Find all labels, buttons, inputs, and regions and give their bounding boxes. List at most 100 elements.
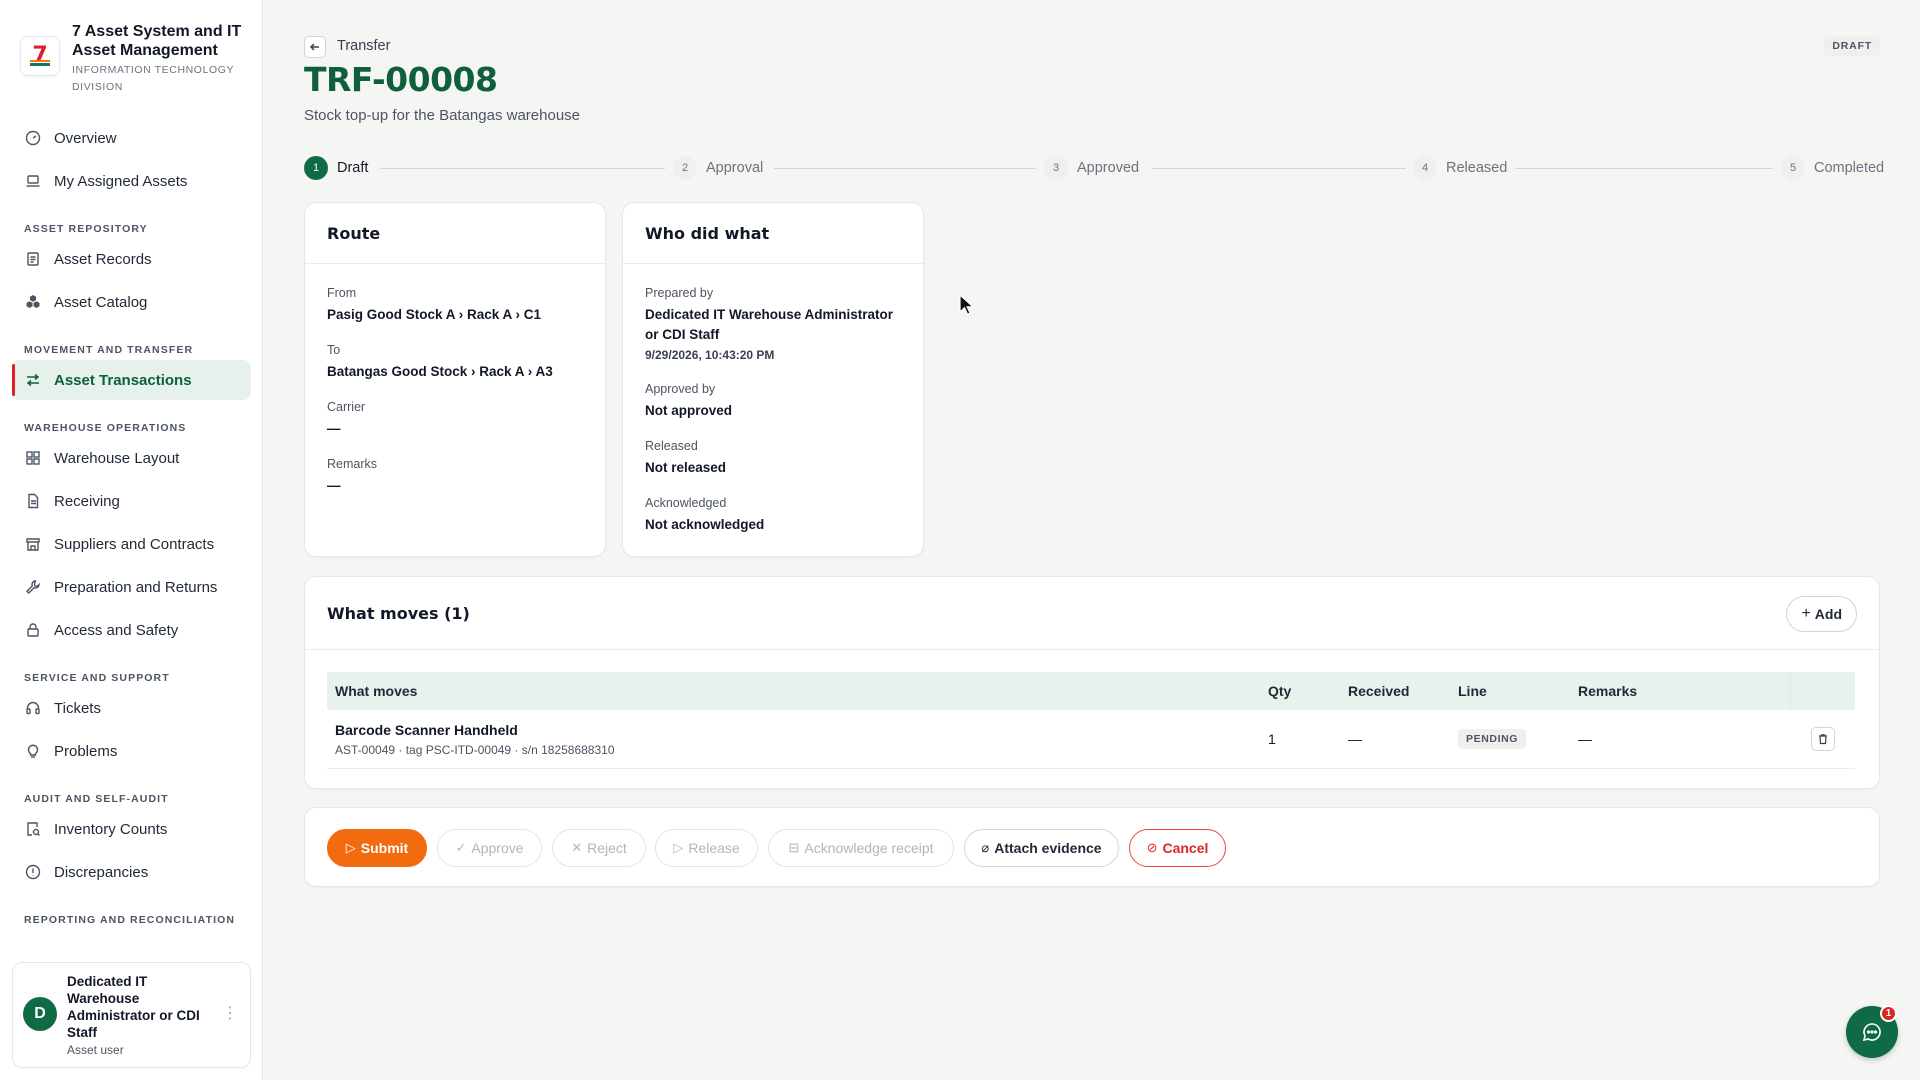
column-header-actions [1790, 672, 1855, 710]
sidebar-item-my-assets[interactable]: My Assigned Assets [12, 161, 251, 201]
add-item-button[interactable]: + Add [1786, 596, 1857, 632]
sidebar-item-warehouse-layout[interactable]: Warehouse Layout [12, 438, 251, 478]
field-label: Acknowledged [645, 496, 727, 510]
step-approved: 3 Approved [1044, 156, 1139, 180]
sidebar-item-preparation[interactable]: Preparation and Returns [12, 567, 251, 607]
avatar: D [23, 997, 57, 1031]
prepared-timestamp: 9/29/2026, 10:43:20 PM [645, 348, 775, 362]
main-content: Transfer TRF-00008 Stock top-up for the … [264, 0, 1920, 1080]
sidebar-item-asset-catalog[interactable]: Asset Catalog [12, 282, 251, 322]
table-row[interactable]: Barcode Scanner Handheld AST-00049 · tag… [327, 710, 1855, 769]
step-number: 1 [304, 156, 328, 180]
field-label: Released [645, 439, 698, 453]
alert-circle-icon [24, 863, 42, 881]
cancel-label: Cancel [1162, 840, 1209, 856]
gauge-icon [24, 129, 42, 147]
step-number: 2 [673, 156, 697, 180]
nav-section-asset-repository: Asset Repository [24, 223, 148, 235]
acknowledge-receipt-button[interactable]: ⊟ Acknowledge receipt [768, 829, 954, 867]
submit-button[interactable]: ▷ Submit [327, 829, 427, 867]
user-card[interactable]: D Dedicated IT Warehouse Administrator o… [12, 962, 251, 1068]
who-card-title: Who did what [623, 203, 923, 264]
nav-section-service: Service and Support [24, 672, 170, 684]
sidebar-item-label: Discrepancies [54, 863, 149, 881]
sidebar-item-problems[interactable]: Problems [12, 731, 251, 771]
sidebar-item-label: Preparation and Returns [54, 578, 218, 596]
field-value: — [327, 421, 341, 436]
step-number: 4 [1413, 156, 1437, 180]
x-icon: ✕ [571, 840, 583, 855]
release-label: Release [688, 840, 740, 856]
step-connector [774, 168, 1036, 169]
clipboard-search-icon [24, 820, 42, 838]
sidebar-item-overview[interactable]: Overview [12, 118, 251, 158]
sidebar-item-discrepancies[interactable]: Discrepancies [12, 852, 251, 892]
qty-cell: 1 [1268, 731, 1276, 747]
reject-button[interactable]: ✕ Reject [552, 829, 646, 867]
table-header: What moves Qty Received Line Remarks [327, 672, 1855, 710]
remarks-cell: — [1578, 731, 1592, 747]
field-value: Not released [645, 460, 727, 475]
item-meta: AST-00049 · tag PSC-ITD-00049 · s/n 1825… [335, 742, 615, 757]
sidebar-item-label: Tickets [54, 699, 101, 717]
what-moves-title: What moves (1) [305, 577, 1879, 650]
brand-logo: 7 [20, 36, 60, 76]
lock-icon [24, 621, 42, 639]
step-number: 3 [1044, 156, 1068, 180]
paperclip-icon: ⌀ [981, 840, 990, 855]
step-label: Approved [1077, 160, 1140, 176]
user-name: Dedicated IT Warehouse Administrator or … [67, 974, 200, 1040]
workflow-stepper: 1 Draft 2 Approval 3 Approved 4 Released… [304, 156, 1884, 180]
sidebar-item-label: My Assigned Assets [54, 172, 188, 190]
field-value: Dedicated IT Warehouse Administrator or … [645, 307, 894, 342]
route-remarks: Remarks — [327, 456, 377, 496]
brand-subtitle: Information Technology Division [72, 64, 234, 93]
arrow-left-icon [309, 43, 319, 51]
headset-icon [24, 699, 42, 717]
brand[interactable]: 7 7 Asset System and IT Asset Management… [20, 22, 255, 94]
document-list-icon [24, 250, 42, 268]
more-vertical-icon[interactable]: ⋮ [222, 1003, 238, 1023]
column-header: Remarks [1578, 683, 1638, 699]
sidebar-item-asset-records[interactable]: Asset Records [12, 239, 251, 279]
column-header: Line [1458, 683, 1487, 699]
sidebar-item-suppliers[interactable]: Suppliers and Contracts [12, 524, 251, 564]
field-label: From [327, 286, 357, 300]
attach-evidence-button[interactable]: ⌀ Attach evidence [964, 829, 1119, 867]
release-button[interactable]: ▷ Release [655, 829, 758, 867]
field-label: Carrier [327, 400, 366, 414]
acknowledged-by: Acknowledged Not acknowledged [645, 495, 764, 535]
column-header: Received [1348, 683, 1410, 699]
lightbulb-icon [24, 742, 42, 760]
delete-row-button[interactable] [1810, 727, 1835, 751]
submit-label: Submit [360, 840, 409, 856]
boxes-icon [24, 293, 42, 311]
sidebar-item-receiving[interactable]: Receiving [12, 481, 251, 521]
step-label: Completed [1814, 160, 1885, 176]
file-icon [24, 492, 42, 510]
sidebar: 7 7 Asset System and IT Asset Management… [0, 0, 263, 1080]
package-icon: ⊟ [788, 840, 800, 855]
sidebar-nav: Overview My Assigned Assets Asset Reposi… [12, 118, 251, 930]
item-cell: Barcode Scanner Handheld AST-00049 · tag… [327, 722, 1260, 757]
received-cell: — [1348, 731, 1362, 747]
route-card: Route From Pasig Good Stock A › Rack A ›… [304, 202, 606, 557]
route-card-title: Route [305, 203, 605, 264]
step-connector [1152, 168, 1406, 169]
approve-button[interactable]: ✓ Approve [437, 829, 542, 867]
sidebar-item-tickets[interactable]: Tickets [12, 688, 251, 728]
back-button[interactable] [304, 36, 326, 58]
sidebar-item-access-safety[interactable]: Access and Safety [12, 610, 251, 650]
reject-label: Reject [587, 840, 627, 856]
sidebar-item-inventory-counts[interactable]: Inventory Counts [12, 809, 251, 849]
send-icon: ▷ [673, 840, 684, 855]
add-button-label: Add [1814, 606, 1842, 622]
field-label: To [327, 343, 341, 357]
step-connector [380, 168, 665, 169]
sidebar-item-label: Suppliers and Contracts [54, 535, 215, 553]
cancel-button[interactable]: ⊘ Cancel [1129, 829, 1226, 867]
sidebar-item-asset-transactions[interactable]: Asset Transactions [12, 360, 251, 400]
trash-icon [1818, 734, 1827, 745]
step-label: Released [1446, 160, 1508, 176]
nav-section-audit: Audit and Self-Audit [24, 793, 169, 805]
